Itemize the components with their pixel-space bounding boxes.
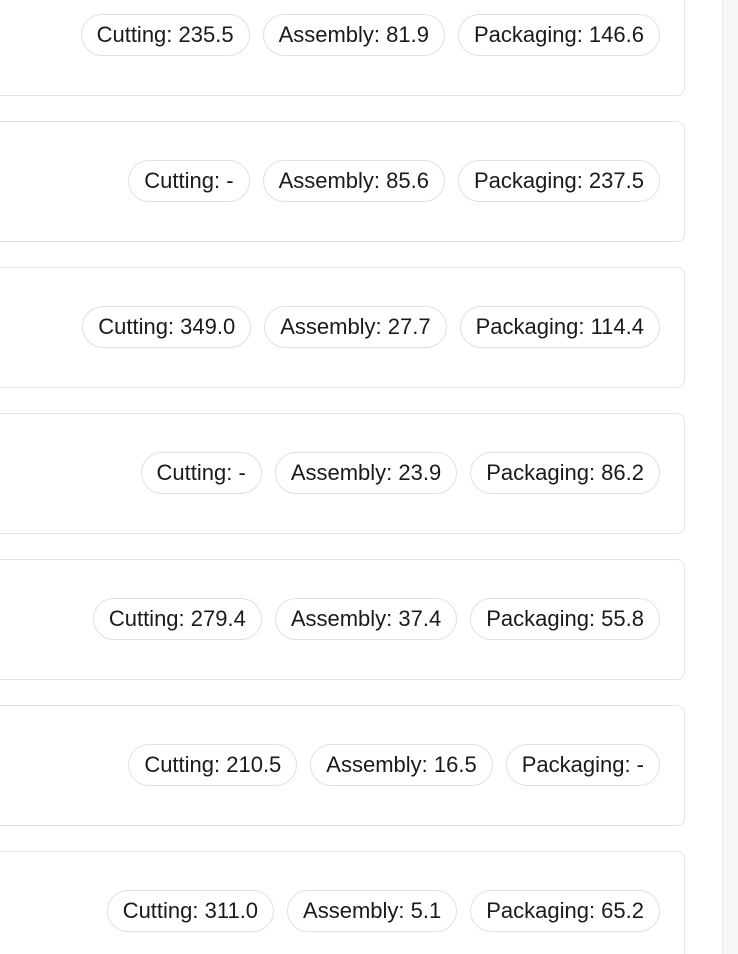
stage-chips: Cutting: - Assembly: 23.9 Packaging: 86.… (140, 452, 660, 494)
packaging-chip[interactable]: Packaging: 114.4 (459, 306, 660, 348)
cutting-chip[interactable]: Cutting: 235.5 (80, 14, 250, 56)
list-row-1[interactable]: Cutting: 235.5 Assembly: 81.9 Packaging:… (0, 0, 685, 96)
packaging-chip[interactable]: Packaging: 146.6 (457, 14, 660, 56)
packaging-chip[interactable]: Packaging: - (505, 744, 660, 786)
list-row-4[interactable]: Cutting: - Assembly: 23.9 Packaging: 86.… (0, 413, 685, 534)
assembly-chip[interactable]: Assembly: 5.1 (287, 890, 458, 932)
cutting-chip[interactable]: Cutting: 279.4 (92, 598, 262, 640)
stage-chips: Cutting: 210.5 Assembly: 16.5 Packaging:… (128, 744, 660, 786)
cutting-chip[interactable]: Cutting: 210.5 (128, 744, 298, 786)
stage-chips: Cutting: 279.4 Assembly: 37.4 Packaging:… (92, 598, 660, 640)
assembly-chip[interactable]: Assembly: 37.4 (274, 598, 458, 640)
assembly-chip[interactable]: Assembly: 23.9 (274, 452, 458, 494)
packaging-chip[interactable]: Packaging: 55.8 (470, 598, 660, 640)
cutting-chip[interactable]: Cutting: 311.0 (106, 890, 275, 932)
cutting-chip[interactable]: Cutting: - (140, 452, 262, 494)
stage-chips: Cutting: 311.0 Assembly: 5.1 Packaging: … (106, 890, 660, 932)
list-row-3[interactable]: Cutting: 349.0 Assembly: 27.7 Packaging:… (0, 267, 685, 388)
packaging-chip[interactable]: Packaging: 237.5 (457, 160, 660, 202)
assembly-chip[interactable]: Assembly: 81.9 (262, 14, 445, 56)
packaging-chip[interactable]: Packaging: 65.2 (470, 890, 660, 932)
assembly-chip[interactable]: Assembly: 16.5 (310, 744, 493, 786)
cutting-chip[interactable]: Cutting: 349.0 (82, 306, 252, 348)
list-row-2[interactable]: Cutting: - Assembly: 85.6 Packaging: 237… (0, 121, 685, 242)
packaging-chip[interactable]: Packaging: 86.2 (470, 452, 660, 494)
list-row-5[interactable]: Cutting: 279.4 Assembly: 37.4 Packaging:… (0, 559, 685, 680)
results-list-viewport: Cutting: 235.5 Assembly: 81.9 Packaging:… (0, 0, 738, 954)
stage-chips: Cutting: 235.5 Assembly: 81.9 Packaging:… (80, 14, 660, 56)
list-row-7[interactable]: Cutting: 311.0 Assembly: 5.1 Packaging: … (0, 851, 685, 954)
list-row-6[interactable]: Cutting: 210.5 Assembly: 16.5 Packaging:… (0, 705, 685, 826)
assembly-chip[interactable]: Assembly: 85.6 (262, 160, 445, 202)
vertical-scrollbar[interactable] (722, 0, 738, 954)
assembly-chip[interactable]: Assembly: 27.7 (264, 306, 447, 348)
stage-chips: Cutting: - Assembly: 85.6 Packaging: 237… (128, 160, 660, 202)
stage-chips: Cutting: 349.0 Assembly: 27.7 Packaging:… (82, 306, 660, 348)
cutting-chip[interactable]: Cutting: - (128, 160, 250, 202)
